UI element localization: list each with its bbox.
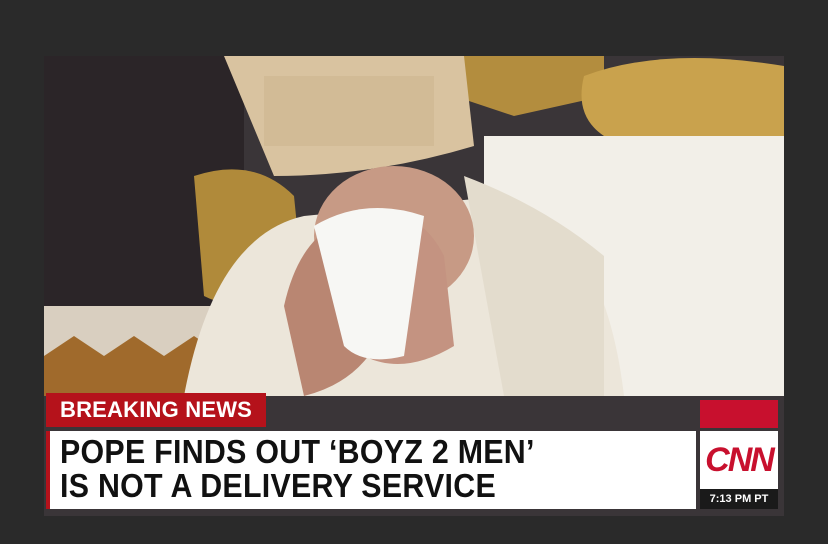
- news-ticker: BREAKING NEWS POPE FINDS OUT ‘BOYZ 2 MEN…: [44, 393, 784, 516]
- headline-line-1: POPE FINDS OUT ‘BOYZ 2 MEN’: [60, 433, 535, 470]
- cnn-logo: CNN: [700, 431, 778, 489]
- news-frame: BREAKING NEWS POPE FINDS OUT ‘BOYZ 2 MEN…: [44, 56, 784, 516]
- headline-line-2: IS NOT A DELIVERY SERVICE: [60, 467, 496, 504]
- network-bug-top: [700, 400, 778, 428]
- broadcast-time: 7:13 PM PT: [700, 489, 778, 509]
- headline-box: POPE FINDS OUT ‘BOYZ 2 MEN’ IS NOT A DEL…: [46, 431, 696, 509]
- breaking-news-label: BREAKING NEWS: [46, 393, 267, 427]
